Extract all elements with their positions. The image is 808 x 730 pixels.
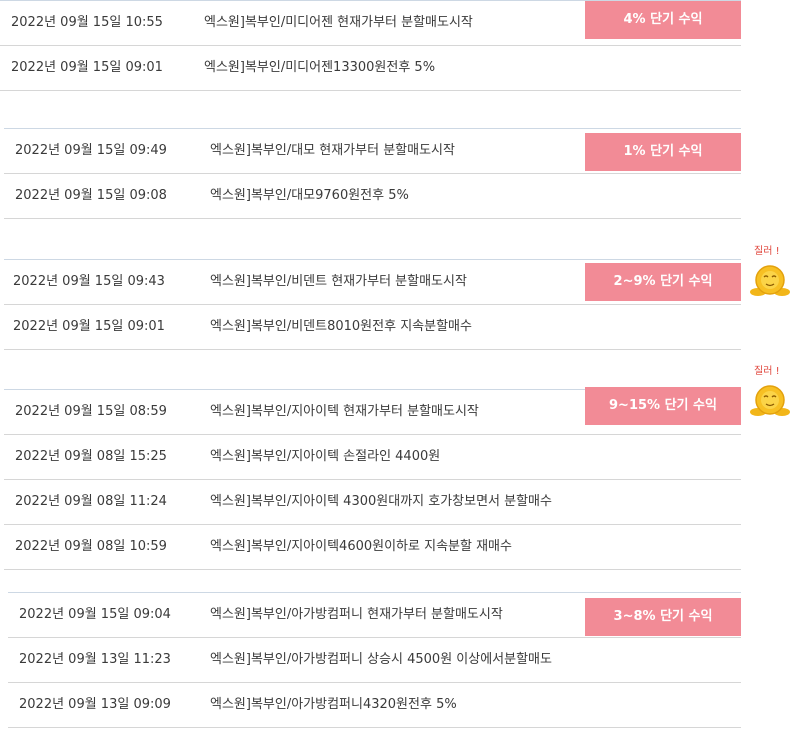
list-item: 2022년 09월 08일 11:24 엑스원]복부인/지아이텍 4300원대까… [4,480,741,525]
timestamp: 2022년 09월 15일 09:08 [15,188,167,203]
message-text: 엑스원]복부인/지아이텍 손절라인 4400원 [210,449,441,464]
profit-badge: 4% 단기 수익 [585,1,741,39]
coin-emoji-sticker: 질러 ! [748,360,792,416]
timestamp: 2022년 09월 15일 09:43 [13,274,165,289]
list-item: 2022년 09월 08일 10:59 엑스원]복부인/지아이텍4600원이하로… [4,525,741,570]
profit-badge: 9~15% 단기 수익 [585,387,741,425]
message-text: 엑스원]복부인/아가방컴퍼니4320원전후 5% [210,697,457,712]
signal-group-gitec: 2022년 09월 15일 08:59 엑스원]복부인/지아이텍 현재가부터 분… [4,387,741,570]
list-item: 2022년 09월 15일 09:01 엑스원]복부인/비덴트8010원전후 지… [4,305,741,350]
message-text: 엑스원]복부인/아가방컴퍼니 상승시 4500원 이상에서분할매도 [210,652,552,667]
emoji-caption: 질러 ! [754,245,780,257]
signal-group-vident: 2022년 09월 15일 09:43 엑스원]복부인/비덴트 현재가부터 분할… [4,259,741,350]
timestamp: 2022년 09월 08일 11:24 [15,494,167,509]
timestamp: 2022년 09월 15일 09:01 [13,319,165,334]
timestamp: 2022년 09월 08일 15:25 [15,449,167,464]
message-text: 엑스원]복부인/비덴트8010원전후 지속분할매수 [210,319,472,334]
timestamp: 2022년 09월 15일 09:04 [19,607,171,622]
profit-badge: 1% 단기 수익 [585,133,741,171]
message-text: 엑스원]복부인/대모9760원전후 5% [210,188,409,203]
signal-group-daemo: 2022년 09월 15일 09:49 엑스원]복부인/대모 현재가부터 분할매… [4,128,741,219]
message-text: 엑스원]복부인/대모 현재가부터 분할매도시작 [210,143,455,158]
coin-icon: 질러 ! [750,365,790,416]
timestamp: 2022년 09월 15일 09:49 [15,143,167,158]
list-item: 2022년 09월 13일 11:23 엑스원]복부인/아가방컴퍼니 상승시 4… [8,638,741,683]
timestamp: 2022년 09월 08일 10:59 [15,539,167,554]
emoji-caption: 질러 ! [754,365,780,377]
timestamp: 2022년 09월 13일 09:09 [19,697,171,712]
timestamp: 2022년 09월 15일 09:01 [11,60,163,75]
signal-group-agabang: 2022년 09월 15일 09:04 엑스원]복부인/아가방컴퍼니 현재가부터… [8,592,741,728]
signal-group-mediagen: 2022년 09월 15일 10:55 엑스원]복부인/미디어젠 현재가부터 분… [0,0,741,91]
message-text: 엑스원]복부인/지아이텍 현재가부터 분할매도시작 [210,404,479,419]
list-item: 2022년 09월 13일 09:09 엑스원]복부인/아가방컴퍼니4320원전… [8,683,741,728]
timestamp: 2022년 09월 15일 10:55 [11,15,163,30]
message-text: 엑스원]복부인/지아이텍 4300원대까지 호가창보면서 분할매수 [210,494,552,509]
coin-icon: 질러 ! [750,245,790,296]
coin-emoji-sticker: 질러 ! [748,240,792,296]
list-item: 2022년 09월 08일 15:25 엑스원]복부인/지아이텍 손절라인 44… [4,435,741,480]
timestamp: 2022년 09월 13일 11:23 [19,652,171,667]
profit-badge: 2~9% 단기 수익 [585,263,741,301]
message-text: 엑스원]복부인/미디어젠13300원전후 5% [204,60,436,75]
message-text: 엑스원]복부인/아가방컴퍼니 현재가부터 분할매도시작 [210,607,503,622]
list-item: 2022년 09월 15일 09:08 엑스원]복부인/대모9760원전후 5% [4,174,741,219]
message-text: 엑스원]복부인/미디어젠 현재가부터 분할매도시작 [204,15,473,30]
message-text: 엑스원]복부인/지아이텍4600원이하로 지속분할 재매수 [210,539,512,554]
list-item: 2022년 09월 15일 09:01 엑스원]복부인/미디어젠13300원전후… [0,46,741,91]
profit-badge: 3~8% 단기 수익 [585,598,741,636]
timestamp: 2022년 09월 15일 08:59 [15,404,167,419]
message-text: 엑스원]복부인/비덴트 현재가부터 분할매도시작 [210,274,467,289]
